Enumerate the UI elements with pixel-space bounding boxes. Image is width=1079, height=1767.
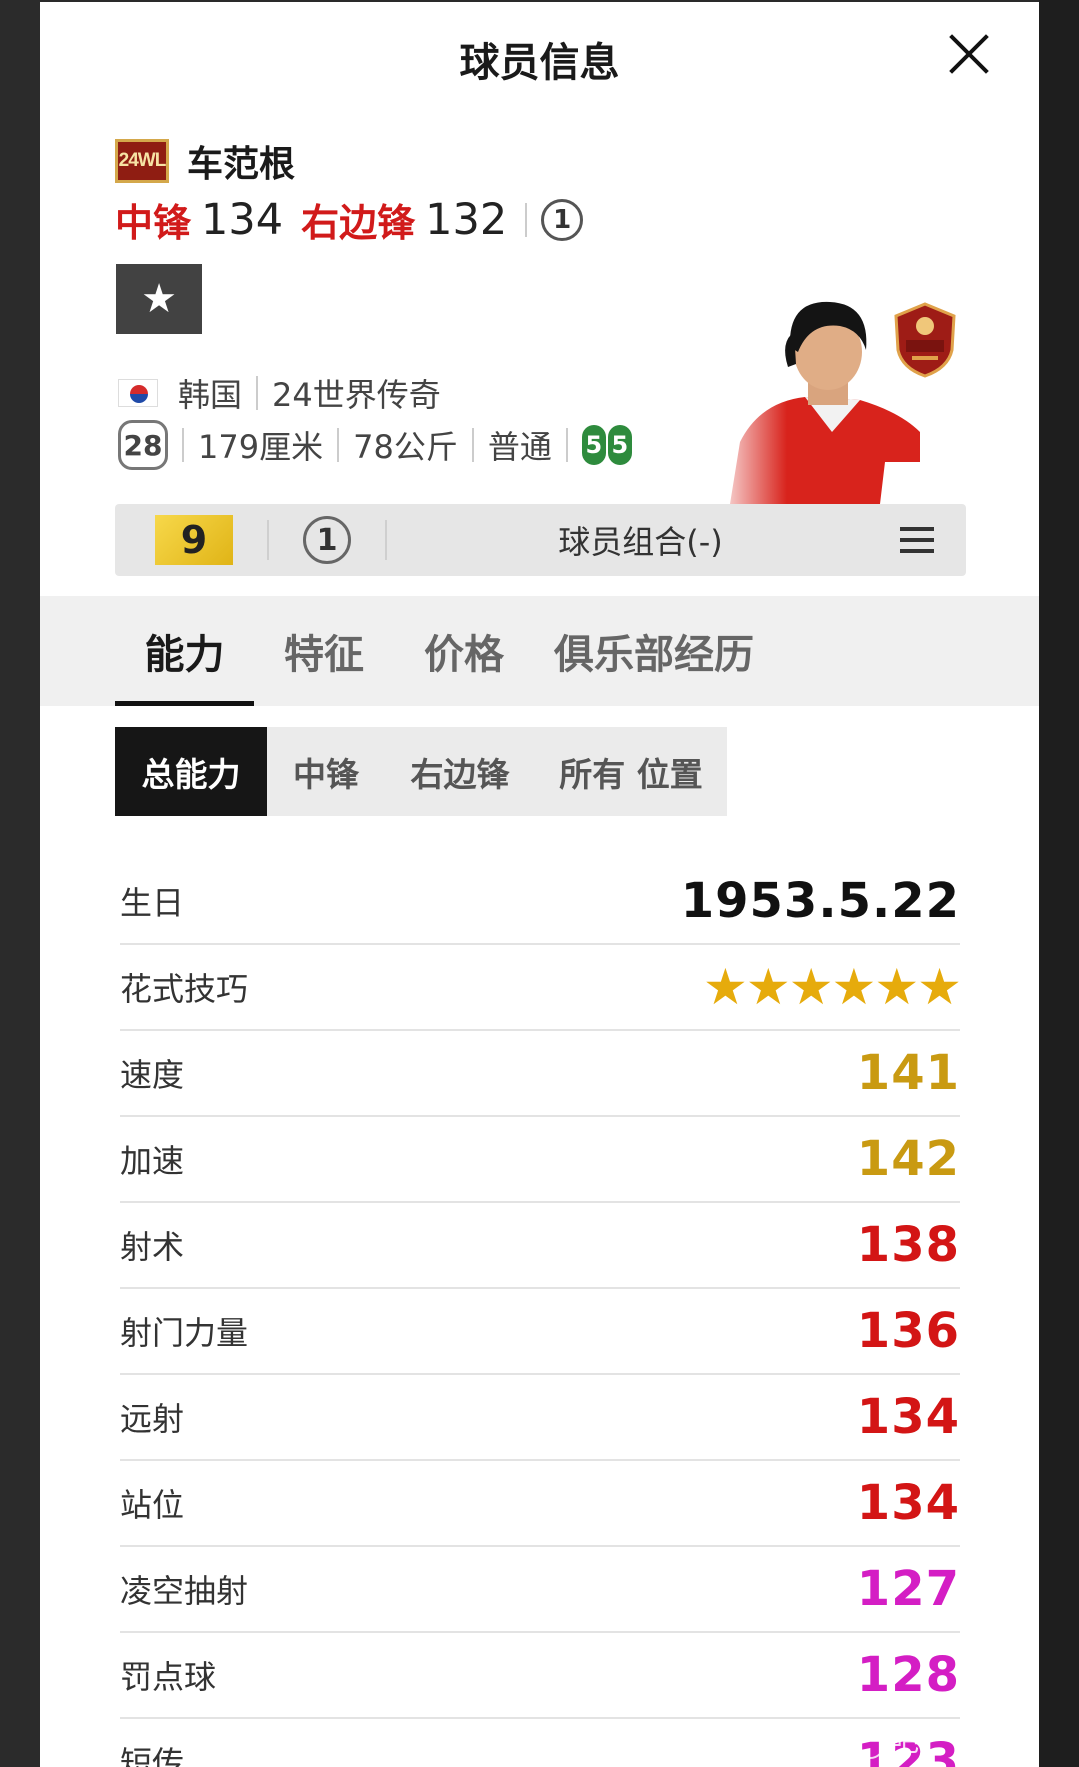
subtab-overall[interactable]: 总能力 <box>115 727 267 816</box>
tab-ability[interactable]: 能力 <box>115 596 254 706</box>
world-legend-emblem-icon <box>892 302 958 378</box>
stat-label: 凌空抽射 <box>120 1572 249 1610</box>
nation-name: 韩国 <box>178 376 243 414</box>
menu-icon[interactable] <box>900 527 934 553</box>
subtab-st[interactable]: 中锋 <box>267 727 385 816</box>
tieba-logo-icon <box>855 1728 885 1759</box>
tab-traits[interactable]: 特征 <box>254 596 394 706</box>
stat-row-shot-power: 射门力量 136 <box>120 1289 960 1375</box>
stat-row-skill-moves: 花式技巧 ★★★★★★ <box>120 945 962 1031</box>
favorite-star-button[interactable]: ★ <box>116 264 202 334</box>
stat-value: 128 <box>856 1647 960 1703</box>
divider <box>267 520 269 560</box>
stat-value: 134 <box>856 1475 960 1531</box>
subtab-rw[interactable]: 右边锋 <box>385 727 535 816</box>
stat-label: 罚点球 <box>120 1658 217 1696</box>
enhance-level-badge[interactable]: 9 <box>155 515 233 565</box>
main-tabs: 能力 特征 价格 俱乐部经历 <box>40 596 1039 706</box>
star-icon: ★ <box>141 276 177 322</box>
watermark: 吧 <box>855 1720 919 1760</box>
background-left <box>0 0 40 1767</box>
physical-info-row: 28 179厘米 78公斤 普通 5 5 <box>118 420 632 470</box>
korea-flag-icon <box>118 379 158 407</box>
ability-subtabs: 总能力 中锋 右边锋 所有 位置 <box>115 727 727 816</box>
divider <box>256 376 259 410</box>
stat-row-long-shots: 远射 134 <box>120 1375 960 1461</box>
tab-club-history[interactable]: 俱乐部经历 <box>534 596 774 706</box>
foot-rating-icon: 5 5 <box>581 425 632 465</box>
nation-row: 韩国 24世界传奇 <box>118 370 441 416</box>
stat-label: 射术 <box>120 1228 185 1266</box>
stat-value: 138 <box>856 1217 960 1273</box>
foot-right-value: 5 <box>607 425 632 465</box>
season-badge: 24WL <box>115 139 169 183</box>
height-value: 179厘米 <box>198 428 324 466</box>
foot-left-value: 5 <box>581 425 606 465</box>
stat-label: 加速 <box>120 1142 185 1180</box>
stat-row-penalties: 罚点球 128 <box>120 1633 960 1719</box>
stat-row-acceleration: 加速 142 <box>120 1117 960 1203</box>
weight-value: 78公斤 <box>353 428 458 466</box>
stat-label: 花式技巧 <box>120 970 249 1008</box>
page-title: 球员信息 <box>459 40 620 86</box>
header: 球员信息 <box>40 2 1039 107</box>
stat-label: 站位 <box>120 1486 185 1524</box>
stat-value: 136 <box>856 1303 960 1359</box>
player-info-panel: 球员信息 24WL 车范根 中锋 134 右边锋 132 1 ★ 韩国 24世界… <box>40 2 1039 1767</box>
player-name-row: 24WL 车范根 <box>115 135 295 187</box>
stat-value: 134 <box>856 1389 960 1445</box>
subtab-all-positions[interactable]: 所有 位置 <box>535 727 727 816</box>
stat-value: 127 <box>856 1561 960 1617</box>
stat-value: 142 <box>856 1131 960 1187</box>
stat-value: 141 <box>856 1045 960 1101</box>
tab-price[interactable]: 价格 <box>394 596 534 706</box>
stat-row-speed: 速度 141 <box>120 1031 960 1117</box>
position-value-st: 134 <box>201 194 284 245</box>
stats-list: 生日 1953.5.22 花式技巧 ★★★★★★ 速度 141 加速 142 射… <box>120 859 962 1767</box>
position-count-button[interactable]: 1 <box>303 516 351 564</box>
skill-stars: ★★★★★★ <box>703 958 962 1016</box>
divider <box>385 520 387 560</box>
stat-label: 远射 <box>120 1400 185 1438</box>
position-ratings: 中锋 134 右边锋 132 1 <box>115 192 584 247</box>
position-value-rw: 132 <box>425 194 508 245</box>
divider <box>337 428 340 462</box>
divider <box>565 428 568 462</box>
divider <box>182 428 184 462</box>
stat-row-volleys: 凌空抽射 127 <box>120 1547 960 1633</box>
stat-row-finishing: 射术 138 <box>120 1203 960 1289</box>
divider <box>471 428 474 462</box>
level-combo-strip: 9 1 球员组合(-) <box>115 504 966 576</box>
stat-value: 1953.5.22 <box>680 873 960 929</box>
stat-row-positioning: 站位 134 <box>120 1461 960 1547</box>
stat-label: 短传 <box>120 1744 185 1767</box>
season-name: 24世界传奇 <box>272 376 441 414</box>
position-label-rw: 右边锋 <box>301 201 416 245</box>
stat-row-short-passing: 短传 123 <box>120 1719 960 1767</box>
background-right <box>1039 0 1079 1767</box>
age-badge: 28 <box>118 420 168 470</box>
player-name: 车范根 <box>187 144 296 185</box>
stat-label: 射门力量 <box>120 1314 249 1352</box>
stat-label: 速度 <box>120 1056 185 1094</box>
body-type-value: 普通 <box>487 428 552 466</box>
close-icon[interactable] <box>947 32 991 76</box>
watermark-text: 吧 <box>891 1726 920 1757</box>
position-label-st: 中锋 <box>115 201 192 245</box>
player-combo-button[interactable]: 球员组合(-) <box>421 517 900 563</box>
stat-row-birthday: 生日 1953.5.22 <box>120 859 960 945</box>
position-count-badge[interactable]: 1 <box>541 198 584 241</box>
divider <box>525 202 528 237</box>
stat-label: 生日 <box>120 884 185 922</box>
